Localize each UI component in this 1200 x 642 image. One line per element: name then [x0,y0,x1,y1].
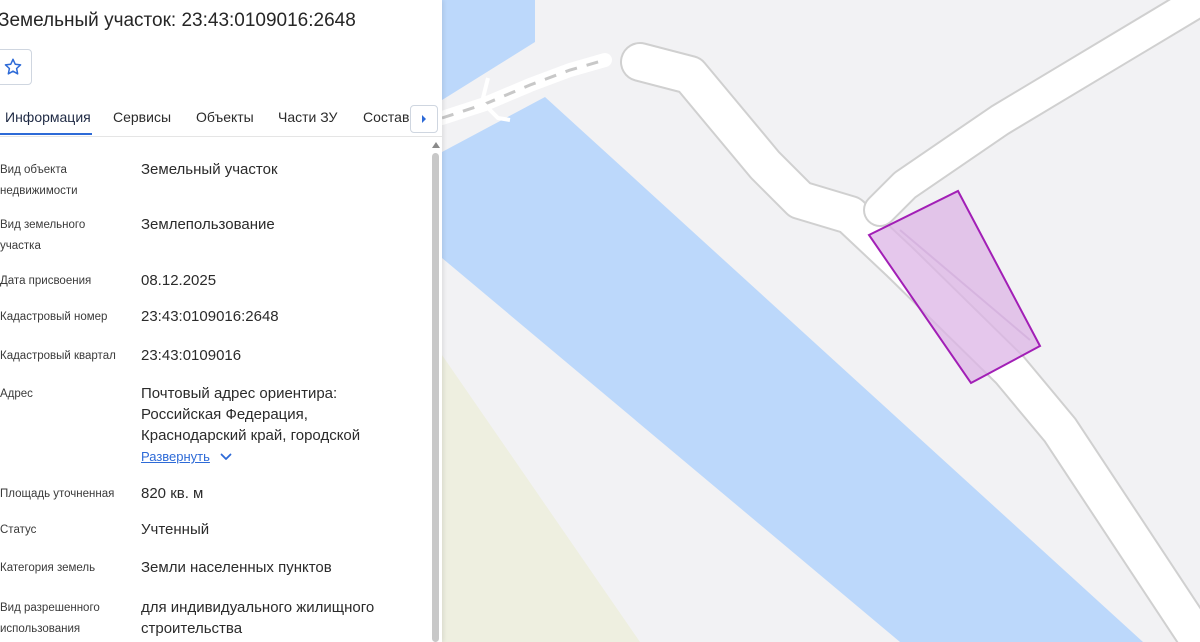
field-value-status: Учтенный [141,521,210,538]
field-value-cadastral-number: 23:43:0109016:2648 [141,308,279,325]
field-label-parcel-type: Вид земельного участка [0,219,86,252]
field-value-cadastral-quarter: 23:43:0109016 [141,347,242,364]
field-label-address: Адрес [0,388,33,400]
field-value-assignment-date: 08.12.2025 [141,272,217,289]
tab-composition[interactable]: Состав [363,109,409,125]
field-label-permitted-use: Вид разрешенного использования [0,602,100,635]
tab-information[interactable]: Информация [5,109,91,125]
tab-bar: Информация Сервисы Объекты Части ЗУ Сост… [0,100,442,137]
field-label-status: Статус [0,524,37,536]
expand-address-label: Развернуть [141,449,210,464]
tabs-scroll-right-button[interactable] [410,105,438,133]
chevron-right-icon [422,115,426,123]
field-value-address: Почтовый адрес ориентира: Российская Фед… [141,385,361,444]
field-label-land-category: Категория земель [0,562,96,574]
scroll-up-arrow[interactable] [432,142,440,148]
field-value-land-category: Земли населенных пунктов [141,559,332,576]
tab-objects[interactable]: Объекты [196,109,254,125]
scrollbar-thumb[interactable] [432,153,439,642]
field-value-area: 820 кв. м [141,485,204,502]
field-label-assignment-date: Дата присвоения [0,275,92,287]
favorite-button[interactable] [0,49,32,85]
page-title: Земельный участок: 23:43:0109016:2648 [0,10,356,31]
info-panel: Земельный участок: 23:43:0109016:2648 Ин… [0,0,442,642]
expand-address-link[interactable]: Развернуть [141,449,232,464]
field-label-area: Площадь уточненная [0,488,115,500]
field-label-cadastral-quarter: Кадастровый квартал [0,350,116,362]
field-value-parcel-type: Землепользование [141,216,275,233]
active-tab-indicator [0,133,92,135]
field-label-cadastral-number: Кадастровый номер [0,311,108,323]
tab-parts[interactable]: Части ЗУ [278,109,337,125]
field-label-object-type: Вид объекта недвижимости [0,164,78,197]
star-outline-icon [4,58,22,75]
tab-services[interactable]: Сервисы [113,109,171,125]
field-value-object-type: Земельный участок [141,161,278,178]
field-value-permitted-use: для индивидуального жилищного строительс… [141,599,375,637]
chevron-down-icon [220,453,232,460]
